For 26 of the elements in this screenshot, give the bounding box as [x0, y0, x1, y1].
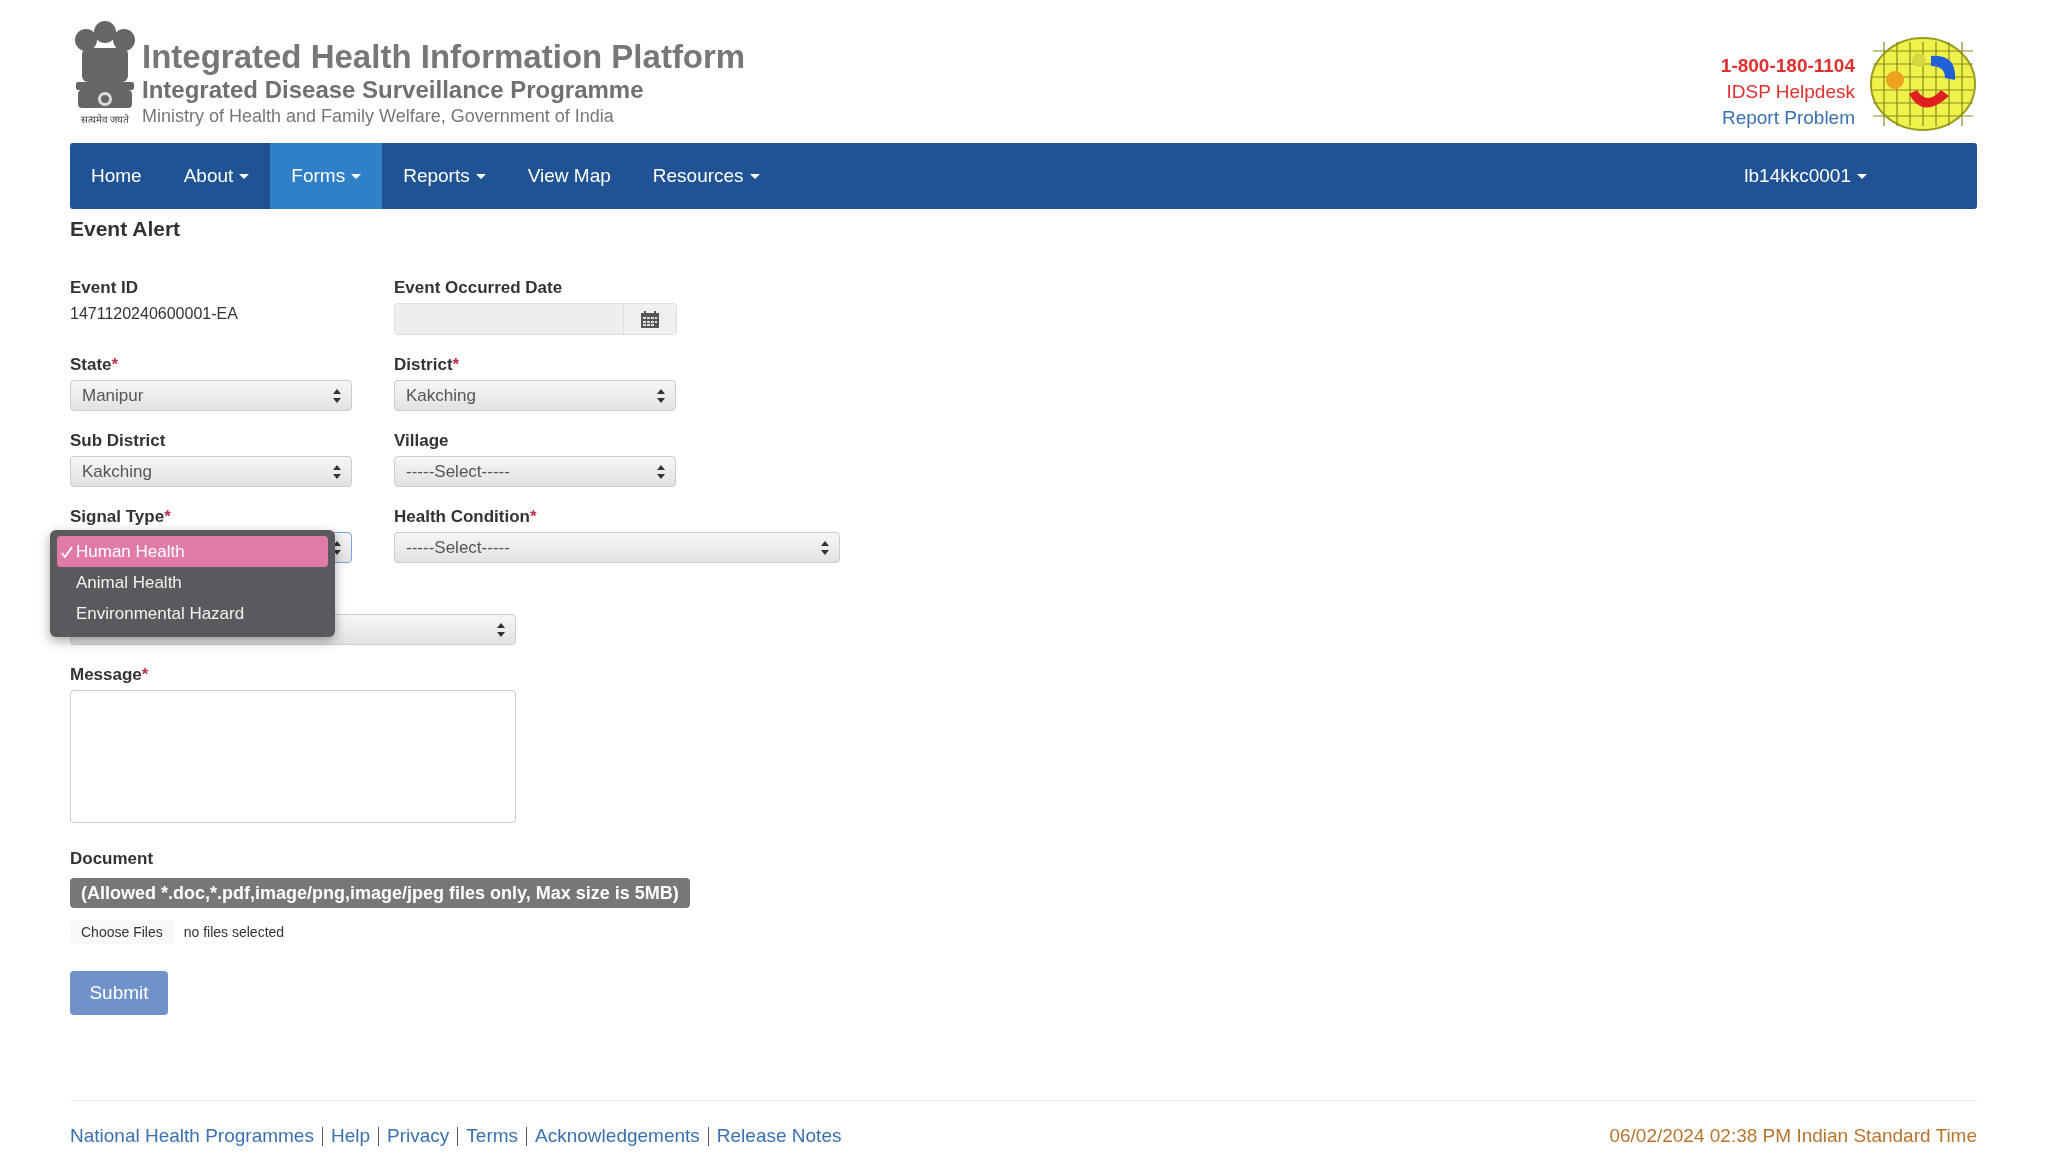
helpdesk-label: IDSP Helpdesk [1725, 80, 1855, 104]
timestamp-text: 06/02/2024 02:38 PM Indian Standard Time [1609, 1125, 1977, 1147]
required-mark: * [452, 355, 460, 374]
field-label: Event ID [70, 277, 140, 299]
required-mark: * [141, 665, 149, 684]
helpline-number: 1-800-180-1104 [1720, 54, 1855, 78]
file-types-notice: (Allowed *.doc,*.pdf,image/png,image/jpeg files only, Max size is 5MB) [70, 878, 690, 908]
field-label: Document [70, 848, 155, 870]
field-label: State* [70, 354, 120, 376]
field-label: Message* [70, 664, 150, 686]
field-label: District* [394, 354, 461, 376]
field-label: Signal Type* [70, 506, 172, 528]
field-label: Sub District [70, 430, 167, 452]
field-label: Village [394, 430, 450, 452]
field-label: Health Condition* [394, 506, 538, 528]
motto-text: सत्यमेव जयते [80, 114, 130, 126]
required-mark: * [111, 355, 119, 374]
file-status-text: no files selected [183, 924, 285, 940]
site-title: Integrated Health Information Platform [142, 38, 746, 76]
required-mark: * [530, 507, 537, 526]
form-title: Event Alert [70, 216, 182, 242]
event-id-value: 1471120240600001-EA [70, 304, 239, 324]
ministry-text: Ministry of Health and Family Welfare, Government of India [142, 105, 615, 128]
required-mark: * [164, 507, 171, 526]
field-label: Event Occurred Date [394, 277, 564, 299]
site-subtitle: Integrated Disease Surveillance Programme [142, 76, 645, 104]
